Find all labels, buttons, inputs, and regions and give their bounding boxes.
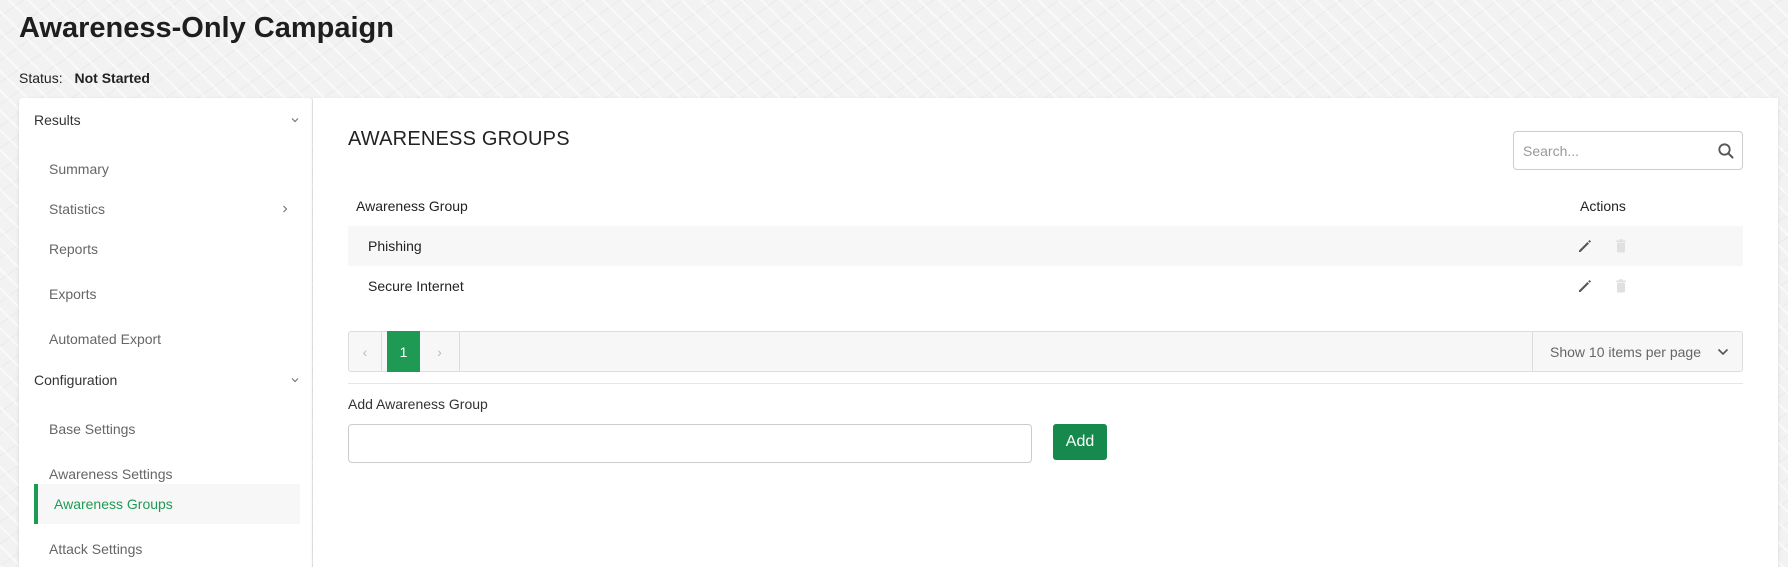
page-size-label: Show 10 items per page: [1550, 343, 1701, 360]
main-panel: AWARENESS GROUPS Awareness Group Actions…: [313, 98, 1778, 567]
chevron-right-icon: [283, 205, 288, 213]
pagination-next-button[interactable]: ›: [420, 331, 460, 372]
page-title: Awareness-Only Campaign: [19, 12, 394, 44]
table-row: Phishing: [348, 226, 1743, 266]
sidebar-item-statistics[interactable]: Statistics: [34, 189, 300, 229]
table-row: Secure Internet: [348, 266, 1743, 306]
sidebar-item-label: Attack Settings: [49, 541, 143, 557]
status-value: Not Started: [74, 70, 150, 86]
status-label: Status:: [19, 70, 63, 86]
sidebar-item-label: Awareness Settings: [49, 466, 173, 482]
sidebar-item-label: Base Settings: [49, 421, 136, 437]
sidebar-item-label: Automated Export: [49, 331, 162, 347]
sidebar-group-label: Configuration: [34, 372, 118, 388]
sidebar-item-label: Summary: [49, 161, 109, 177]
chevron-down-icon: [291, 378, 299, 383]
section-title: AWARENESS GROUPS: [348, 128, 570, 150]
sidebar-item-automated-export[interactable]: Automated Export: [34, 319, 300, 359]
sidebar-item-attack-settings[interactable]: Attack Settings: [34, 529, 300, 567]
search-box: [1513, 131, 1743, 170]
chevron-down-icon: [1717, 348, 1729, 356]
sidebar-group-results[interactable]: Results: [34, 112, 300, 128]
sidebar-group-label: Results: [34, 112, 81, 128]
trash-icon[interactable]: [1612, 237, 1630, 255]
sidebar-item-base-settings[interactable]: Base Settings: [34, 409, 300, 449]
status-line: Status: Not Started: [19, 70, 150, 86]
sidebar-item-label: Statistics: [49, 201, 106, 217]
page-size-select[interactable]: Show 10 items per page: [1532, 331, 1742, 372]
sidebar: Results Summary Statistics Reports Expor…: [19, 98, 312, 567]
chevron-down-icon: [291, 118, 299, 123]
search-input[interactable]: [1514, 132, 1704, 169]
cell-group-name: Secure Internet: [368, 278, 464, 294]
search-icon[interactable]: [1717, 142, 1735, 160]
sidebar-item-label: Reports: [49, 241, 99, 257]
sidebar-item-label: Exports: [49, 286, 97, 302]
sidebar-item-exports[interactable]: Exports: [34, 274, 300, 314]
divider: [348, 383, 1743, 384]
pagination: ‹ 1 › Show 10 items per page: [348, 331, 1743, 372]
sidebar-item-reports[interactable]: Reports: [34, 229, 300, 269]
add-button[interactable]: Add: [1053, 424, 1107, 460]
pagination-prev-button[interactable]: ‹: [349, 331, 382, 372]
sidebar-item-label: Awareness Groups: [54, 496, 173, 512]
add-group-label: Add Awareness Group: [348, 396, 488, 412]
column-header-awareness-group[interactable]: Awareness Group: [356, 198, 468, 214]
sidebar-item-awareness-groups[interactable]: Awareness Groups: [34, 484, 300, 524]
cell-group-name: Phishing: [368, 238, 422, 254]
pencil-icon[interactable]: [1576, 237, 1594, 255]
trash-icon[interactable]: [1612, 277, 1630, 295]
column-header-actions: Actions: [1580, 198, 1626, 214]
add-group-input[interactable]: [348, 424, 1032, 463]
pagination-page-1[interactable]: 1: [387, 331, 420, 372]
sidebar-group-configuration[interactable]: Configuration: [34, 372, 300, 388]
sidebar-item-summary[interactable]: Summary: [34, 149, 300, 189]
pencil-icon[interactable]: [1576, 277, 1594, 295]
